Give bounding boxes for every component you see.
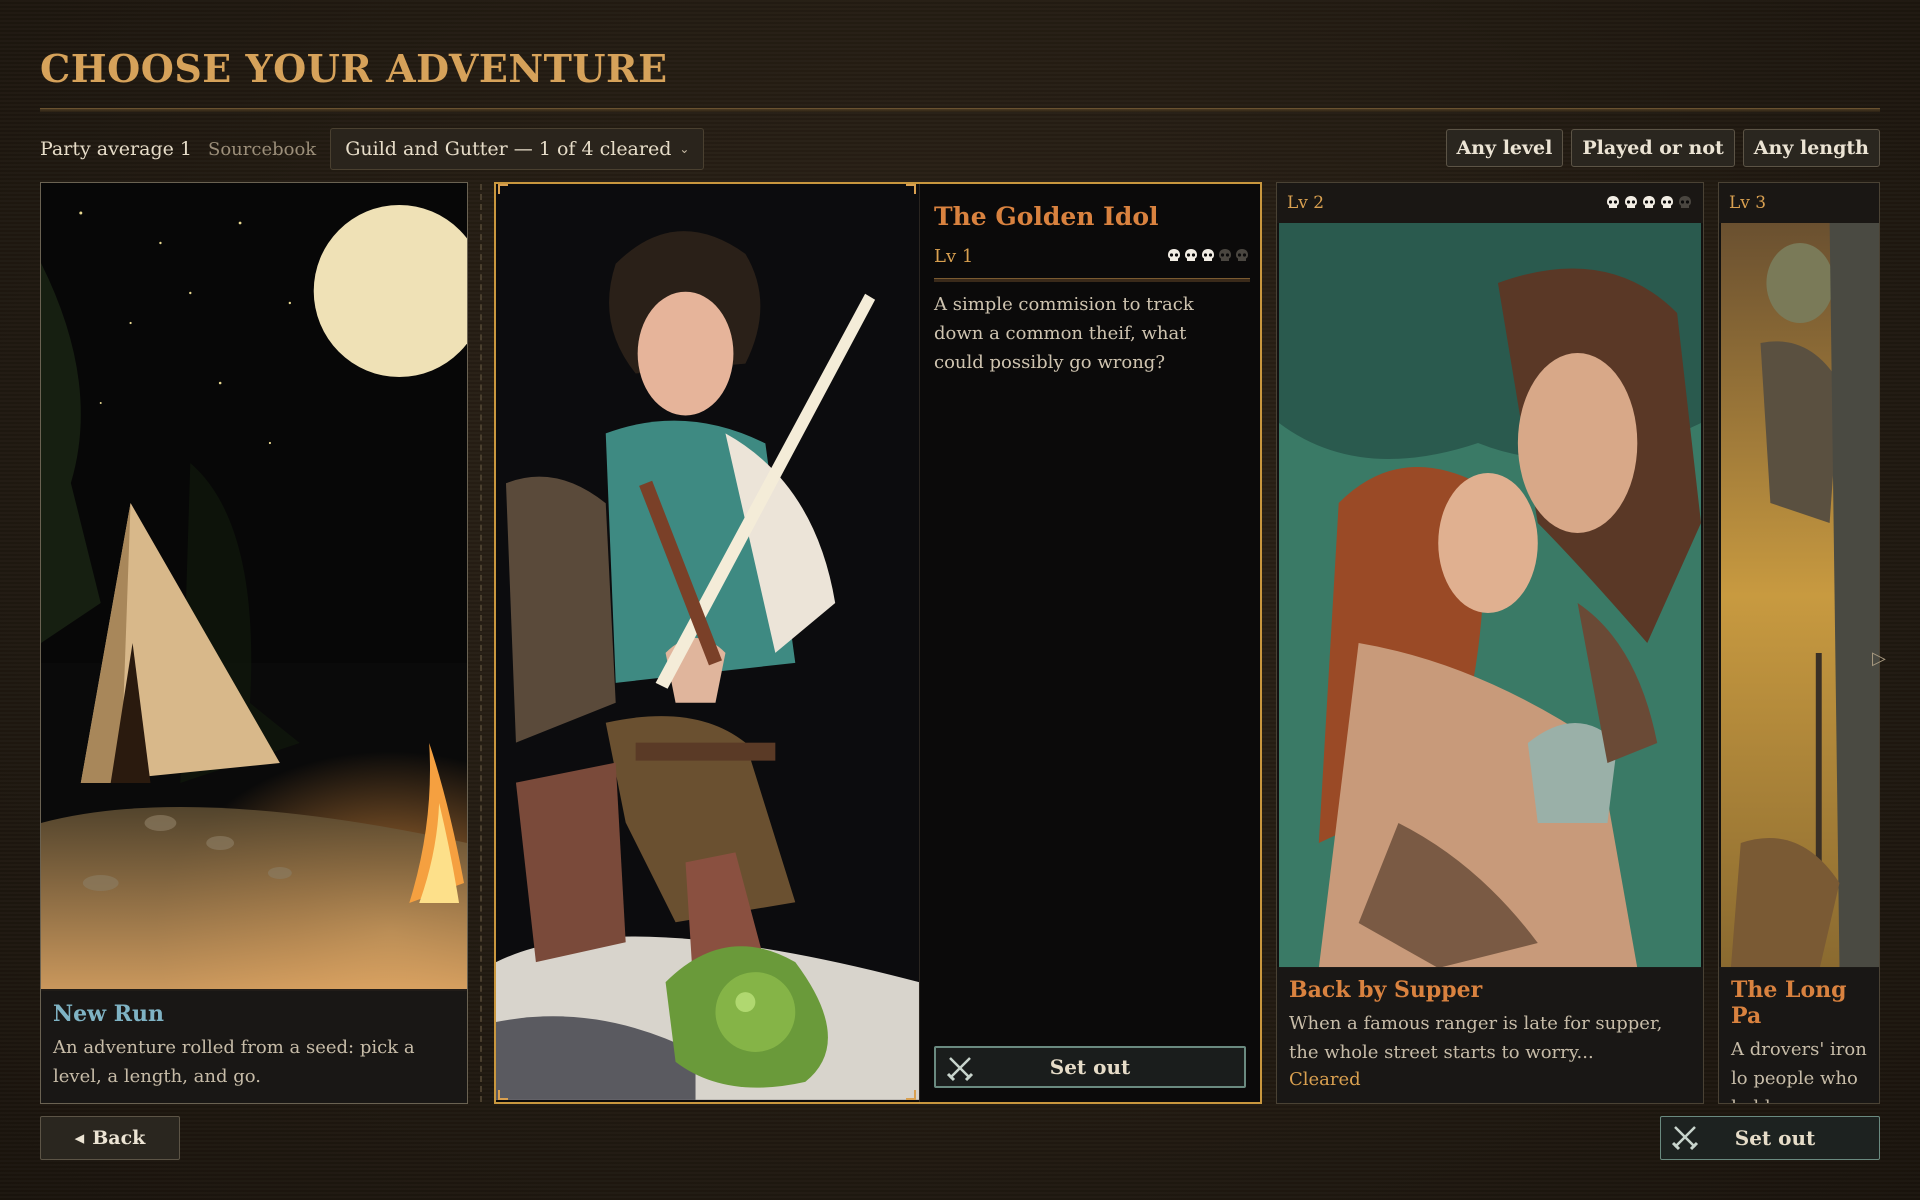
golden-idol-description: A simple commision to track down a commo… — [934, 294, 1194, 373]
back-by-supper-level: Lv 2 — [1287, 193, 1325, 213]
campfire-illustration — [41, 183, 467, 991]
new-run-card[interactable]: New Run An adventure rolled from a seed:… — [40, 182, 468, 1104]
long-pass-header: Lv 3 — [1719, 183, 1879, 223]
party-average: Party average 1 — [40, 138, 192, 160]
skull-icon — [1679, 196, 1691, 208]
new-run-footer: New Run An adventure rolled from a seed:… — [41, 989, 467, 1103]
played-filter-chip[interactable]: Played or not — [1571, 129, 1735, 167]
crossed-swords-icon — [946, 1057, 974, 1082]
level-filter-chip[interactable]: Any level — [1445, 129, 1564, 167]
new-run-title: New Run — [53, 1001, 164, 1027]
set-out-card-label: Set out — [1049, 1055, 1131, 1079]
golden-idol-level: Lv 1 — [934, 246, 974, 267]
back-by-supper-header: Lv 2 — [1277, 183, 1703, 223]
back-button[interactable]: ◂ Back — [40, 1116, 180, 1160]
golden-idol-detail-panel: The Golden Idol Lv 1 A simple commision … — [934, 184, 1250, 1102]
selection-corner-tr — [906, 184, 916, 194]
long-pass-title: The Long Pa — [1731, 977, 1847, 1029]
next-arrow-icon[interactable]: ▷ — [1872, 648, 1886, 669]
skull-icon — [1185, 249, 1197, 261]
crossed-swords-icon — [1671, 1126, 1699, 1151]
difficulty-rating — [1605, 195, 1693, 211]
back-by-supper-card[interactable]: Lv 2 Back by Supper When a famous ranger… — [1276, 182, 1704, 1104]
skull-icon — [1625, 196, 1637, 208]
skull-icon — [1661, 196, 1673, 208]
back-by-supper-description: When a famous ranger is late for supper,… — [1289, 1013, 1663, 1063]
skull-icon — [1643, 196, 1655, 208]
back-by-supper-footer: Back by Supper When a famous ranger is l… — [1277, 967, 1703, 1103]
selection-corner-bl — [498, 1090, 508, 1100]
long-pass-level: Lv 3 — [1729, 193, 1767, 213]
long-pass-description: A drovers' iron lo people who hold — [1731, 1039, 1867, 1103]
goblin-illustration — [1721, 223, 1879, 968]
long-pass-card[interactable]: Lv 3 The Long Pa A drovers' iron lo peop… — [1718, 182, 1880, 1104]
chevron-down-icon: ⌄ — [679, 142, 690, 156]
cleared-status: Cleared — [1289, 1069, 1361, 1090]
filter-chips: Any level Played or not Any length — [1445, 129, 1880, 167]
set-out-button[interactable]: Set out — [1660, 1116, 1880, 1160]
golden-idol-title: The Golden Idol — [934, 202, 1159, 231]
length-filter-chip[interactable]: Any length — [1742, 129, 1880, 167]
back-arrow-icon: ◂ — [74, 1127, 85, 1149]
hero-with-sword-illustration — [496, 184, 920, 1102]
filter-bar: Party average 1 Sourcebook Guild and Gut… — [40, 128, 705, 170]
title-divider — [40, 108, 1880, 112]
skull-icon — [1219, 249, 1231, 261]
sourcebook-select[interactable]: Guild and Gutter — 1 of 4 cleared ⌄ — [330, 128, 705, 170]
difficulty-rating — [1166, 248, 1250, 264]
long-pass-footer: The Long Pa A drovers' iron lo people wh… — [1719, 967, 1879, 1103]
golden-idol-card[interactable]: The Golden Idol Lv 1 A simple commision … — [494, 182, 1262, 1104]
selection-corner-br — [906, 1090, 916, 1100]
new-run-description: An adventure rolled from a seed: pick a … — [53, 1037, 415, 1087]
back-by-supper-title: Back by Supper — [1289, 977, 1483, 1003]
skull-icon — [1202, 249, 1214, 261]
selection-divider — [480, 184, 482, 1102]
skull-icon — [1236, 249, 1248, 261]
detail-divider — [934, 278, 1250, 282]
skull-icon — [1607, 196, 1619, 208]
skull-icon — [1168, 249, 1180, 261]
selection-corner-tl — [498, 184, 508, 194]
sourcebook-label: Sourcebook — [208, 138, 317, 160]
set-out-button-label: Set out — [1734, 1126, 1816, 1150]
kissing-couple-illustration — [1279, 223, 1701, 968]
back-button-label: Back — [92, 1127, 146, 1149]
page-title: CHOOSE YOUR ADVENTURE — [40, 46, 668, 91]
sourcebook-select-value: Guild and Gutter — 1 of 4 cleared — [345, 138, 672, 160]
set-out-card-button[interactable]: Set out — [934, 1046, 1246, 1088]
